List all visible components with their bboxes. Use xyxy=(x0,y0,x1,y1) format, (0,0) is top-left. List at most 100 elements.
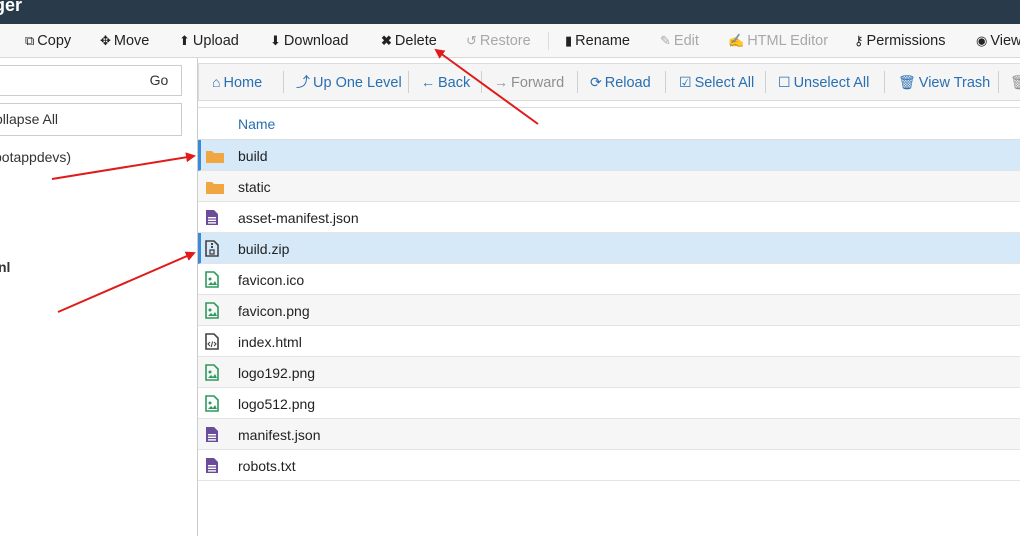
name-column-header[interactable]: Name xyxy=(238,116,275,132)
file-list-table: Name build static asset-manifest.json build… xyxy=(198,107,1020,481)
home-icon: ⌂ xyxy=(212,74,221,90)
pencil-icon: ✎ xyxy=(660,33,671,48)
move-label: Move xyxy=(113,33,150,49)
unselect-all-button[interactable]: ☐ Unselect All xyxy=(778,64,869,100)
path-input[interactable] xyxy=(0,65,138,96)
refresh-icon: ⟳ xyxy=(590,74,602,90)
rename-button[interactable]: ▮ Rename xyxy=(565,24,630,57)
nav-divider xyxy=(481,71,482,93)
file-name: asset-manifest.json xyxy=(238,210,359,226)
file-row[interactable]: robots.txt xyxy=(198,450,1020,481)
view-trash-label: View Trash xyxy=(918,75,991,91)
file-row[interactable]: static xyxy=(198,171,1020,202)
back-button[interactable]: ← Back xyxy=(421,64,470,100)
copy-button[interactable]: ⧉ Copy xyxy=(25,24,71,57)
edit-label: Edit xyxy=(673,33,699,49)
download-icon: ⬇ xyxy=(270,33,281,48)
key-icon: ⚷ xyxy=(854,33,864,48)
reload-label: Reload xyxy=(604,75,651,91)
file-name: build xyxy=(238,148,268,164)
app-title: ger xyxy=(0,0,23,15)
file-row[interactable]: index.html xyxy=(198,326,1020,357)
file-row[interactable]: favicon.png xyxy=(198,295,1020,326)
image-file-icon xyxy=(205,395,219,412)
arrow-right-icon: → xyxy=(494,74,508,90)
upload-button[interactable]: ⬆ Upload xyxy=(179,24,239,57)
file-row[interactable]: manifest.json xyxy=(198,419,1020,450)
view-button[interactable]: ◉ View xyxy=(976,24,1020,57)
rename-label: Rename xyxy=(575,33,630,49)
file-name: logo512.png xyxy=(238,396,316,412)
x-icon: ✖ xyxy=(381,33,392,48)
checkbox-empty-icon: ☐ xyxy=(778,74,791,90)
undo-icon: ↺ xyxy=(466,33,477,48)
html-editor-button[interactable]: ✍ HTML Editor xyxy=(728,24,829,57)
checkbox-checked-icon: ☑ xyxy=(679,74,692,90)
file-icon: ▮ xyxy=(565,33,573,48)
restore-label: Restore xyxy=(479,33,531,49)
nav-divider xyxy=(665,71,666,93)
text-file-icon xyxy=(205,426,219,443)
restore-button[interactable]: ↺ Restore xyxy=(466,24,531,57)
image-file-icon xyxy=(205,302,219,319)
move-button[interactable]: ✥ Move xyxy=(100,24,150,57)
file-row[interactable]: build.zip xyxy=(198,233,1020,264)
eye-icon: ◉ xyxy=(976,33,988,48)
forward-button[interactable]: → Forward xyxy=(494,64,564,100)
up-one-level-button[interactable]: ⤴ Up One Level xyxy=(296,64,402,100)
go-button[interactable]: Go xyxy=(137,65,182,96)
download-label: Download xyxy=(283,33,349,49)
file-row[interactable]: logo512.png xyxy=(198,388,1020,419)
select-all-label: Select All xyxy=(694,75,755,91)
file-row[interactable]: asset-manifest.json xyxy=(198,202,1020,233)
delete-label: Delete xyxy=(394,33,437,49)
move-arrows-icon: ✥ xyxy=(100,33,111,48)
nav-divider xyxy=(765,71,766,93)
directory-tree-panel: Go ollapse All botappdevs) nl xyxy=(0,58,197,536)
forward-label: Forward xyxy=(511,75,565,91)
html-editor-label: HTML Editor xyxy=(747,33,829,49)
trash-icon: 🗑 xyxy=(1010,64,1020,100)
file-list-body: build static asset-manifest.json build.zip f… xyxy=(198,140,1020,481)
edit-square-icon: ✍ xyxy=(728,33,745,48)
download-button[interactable]: ⬇ Download xyxy=(270,24,349,57)
file-name: logo192.png xyxy=(238,365,316,381)
file-name: index.html xyxy=(238,334,302,350)
navigation-bar: ⌂ Home ⤴ Up One Level ← Back → Forward ⟳ Relo… xyxy=(198,63,1020,101)
permissions-button[interactable]: ⚷ Permissions xyxy=(854,24,946,57)
reload-button[interactable]: ⟳ Reload xyxy=(590,64,651,100)
text-file-icon xyxy=(205,209,219,226)
toolbar-divider xyxy=(548,32,549,50)
tree-folder-item[interactable]: nl xyxy=(0,259,10,275)
image-file-icon xyxy=(205,364,219,381)
arrow-left-icon: ← xyxy=(421,74,435,90)
permissions-label: Permissions xyxy=(866,33,946,49)
nav-divider xyxy=(577,71,578,93)
tree-root-item[interactable]: botappdevs) xyxy=(0,149,71,165)
file-row[interactable]: favicon.ico xyxy=(198,264,1020,295)
home-button[interactable]: ⌂ Home xyxy=(212,64,262,100)
level-up-icon: ⤴ xyxy=(296,74,310,90)
text-file-icon xyxy=(205,457,219,474)
file-name: static xyxy=(238,179,271,195)
edit-button[interactable]: ✎ Edit xyxy=(660,24,699,57)
file-row[interactable]: build xyxy=(198,140,1020,171)
nav-divider xyxy=(884,71,885,93)
file-name: robots.txt xyxy=(238,458,296,474)
table-header: Name xyxy=(198,107,1020,140)
collapse-all-button[interactable]: ollapse All xyxy=(0,103,182,136)
select-all-button[interactable]: ☑ Select All xyxy=(679,64,754,100)
collapse-all-label: ollapse All xyxy=(0,111,59,127)
code-file-icon xyxy=(205,333,219,350)
copy-icon: ⧉ xyxy=(25,33,35,48)
view-label: View xyxy=(990,33,1020,49)
file-toolbar: ⧉ Copy ✥ Move ⬆ Upload ⬇ Download ✖ Delete ↺ R… xyxy=(0,24,1020,58)
view-trash-button[interactable]: 🗑 View Trash xyxy=(898,64,990,100)
delete-button[interactable]: ✖ Delete xyxy=(381,24,437,57)
file-row[interactable]: logo192.png xyxy=(198,357,1020,388)
unselect-all-label: Unselect All xyxy=(793,75,870,91)
upload-icon: ⬆ xyxy=(179,33,190,48)
nav-divider xyxy=(283,71,284,93)
app-title-bar: ger xyxy=(0,0,1020,24)
empty-trash-button[interactable]: 🗑 xyxy=(1010,64,1020,100)
